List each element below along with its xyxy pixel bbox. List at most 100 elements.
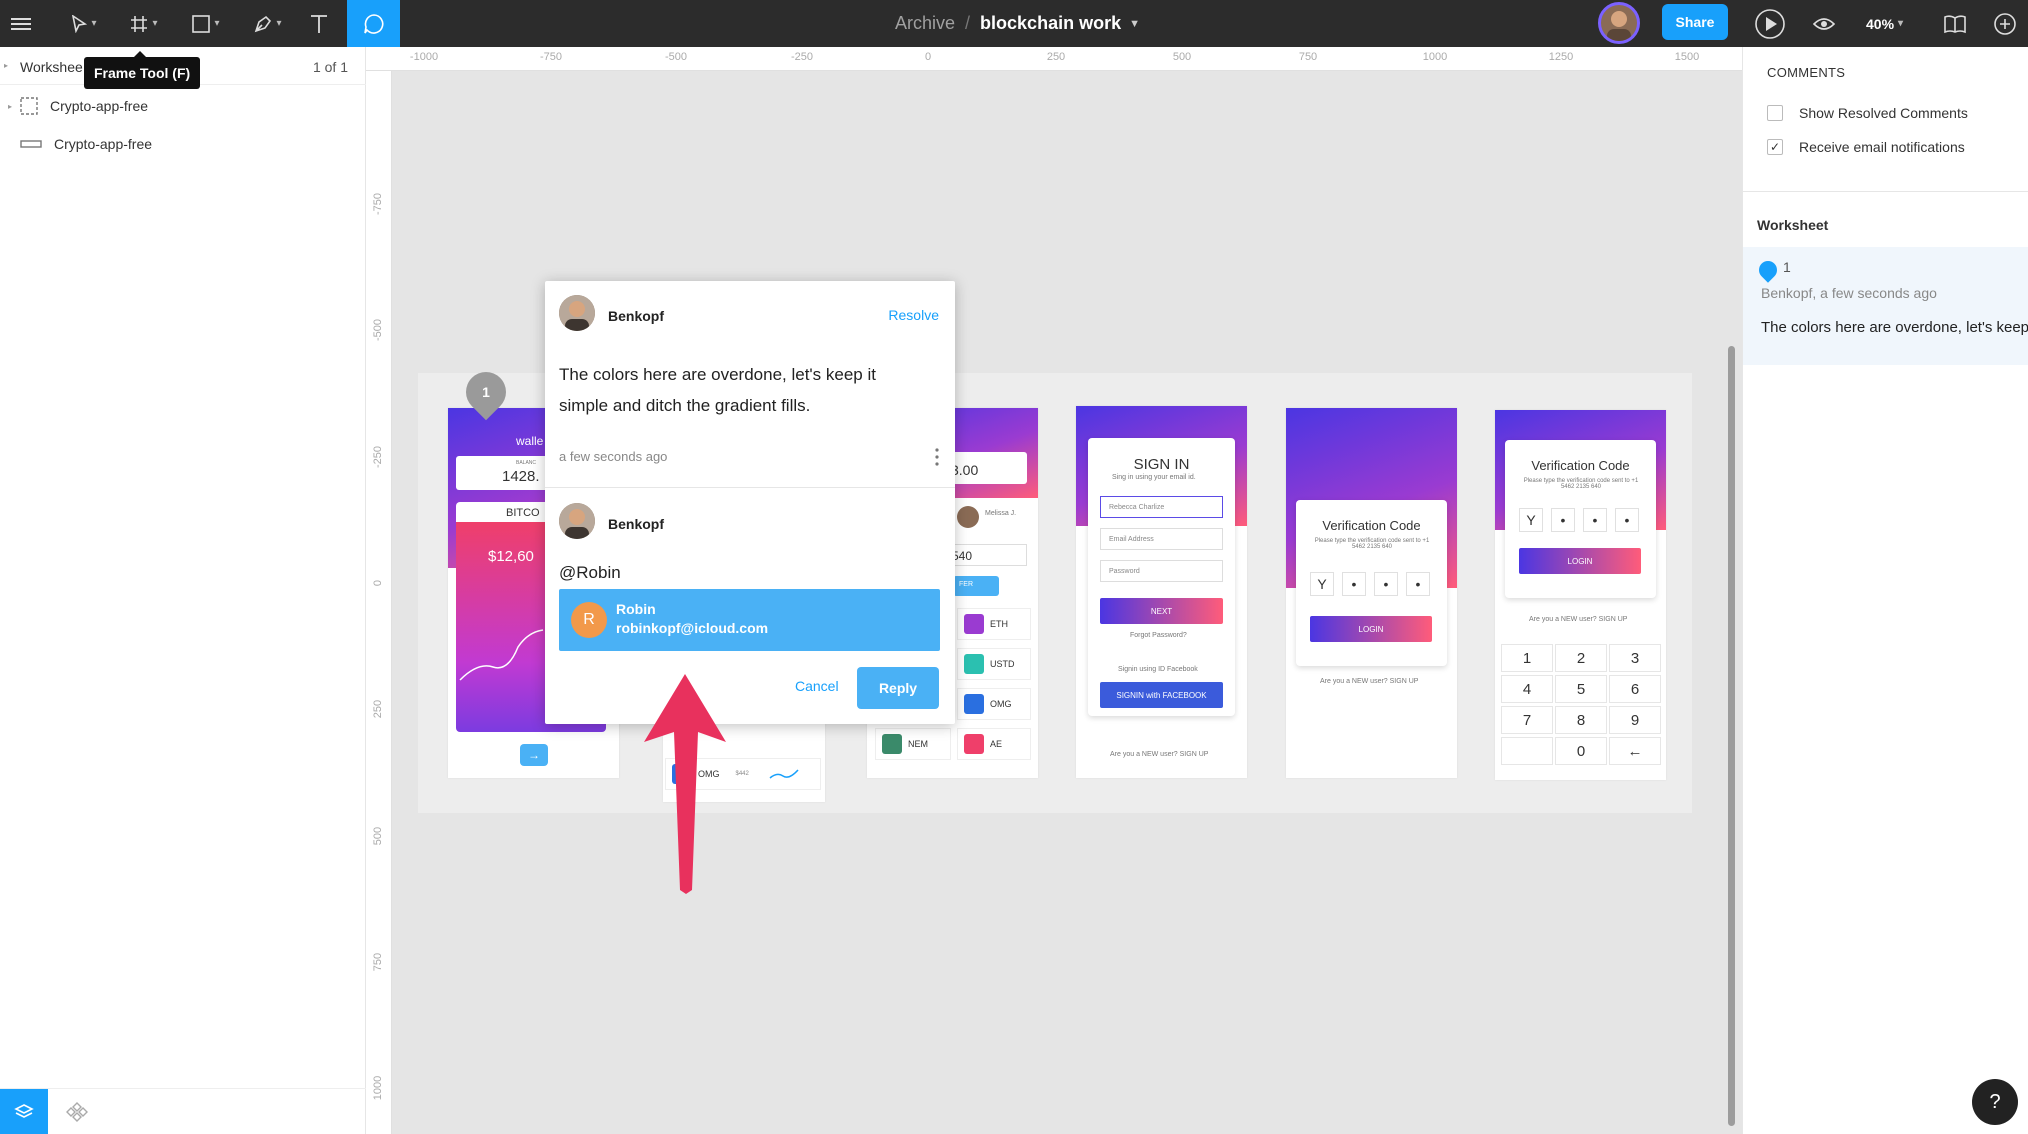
move-tool-icon[interactable]: ▾ <box>60 0 108 47</box>
section-title: Worksheet <box>1757 217 1829 233</box>
ruler-tick: 1000 <box>372 1075 384 1101</box>
chevron-down-icon[interactable]: ▼ <box>1129 18 1140 30</box>
zoom-dropdown[interactable]: 40% ▾ <box>1866 0 1903 47</box>
keypad-key[interactable]: 8 <box>1555 706 1607 734</box>
email-notifications-checkbox[interactable]: ✓ <box>1767 139 1783 155</box>
suggestion-avatar: R <box>571 602 607 638</box>
reply-input[interactable]: @Robin <box>559 563 621 583</box>
layer-name: Crypto-app-free <box>50 98 149 114</box>
components-tab-icon[interactable] <box>54 1089 100 1134</box>
comment-timestamp: a few seconds ago <box>559 449 668 464</box>
code-digit[interactable]: • <box>1374 572 1398 596</box>
breadcrumb-separator: / <box>965 13 971 33</box>
email-field[interactable]: Email Address <box>1100 528 1223 550</box>
ruler-tick: 1500 <box>1674 51 1700 63</box>
show-resolved-checkbox[interactable] <box>1767 105 1783 121</box>
reply-author: Benkopf <box>608 516 664 532</box>
comment-pin-icon <box>1755 257 1781 283</box>
code-digit[interactable]: • <box>1342 572 1366 596</box>
email-notifications-option[interactable]: ✓ Receive email notifications <box>1767 139 1965 155</box>
user-avatar[interactable] <box>1598 2 1640 44</box>
comment-tool-icon[interactable] <box>347 0 400 47</box>
help-button[interactable]: ? <box>1972 1079 2018 1125</box>
divider <box>545 487 955 488</box>
keypad-key[interactable] <box>1501 737 1553 765</box>
chevron-down-icon: ▾ <box>1898 18 1904 29</box>
comments-panel: COMMENTS Show Resolved Comments ✓ Receiv… <box>1742 47 2028 1134</box>
mention-suggestion[interactable]: R Robin robinkopf@icloud.com <box>559 589 940 651</box>
keypad-key[interactable]: ← <box>1609 737 1661 765</box>
ruler-tick: 250 <box>372 699 384 719</box>
verification-keypad-screen[interactable]: Verification Code Please type the verifi… <box>1495 410 1666 780</box>
text-tool-icon[interactable] <box>304 0 334 47</box>
pen-tool-icon[interactable]: ▾ <box>244 0 292 47</box>
layers-tab-icon[interactable] <box>0 1089 48 1134</box>
ruler-tick: 1250 <box>1548 51 1574 63</box>
keypad-key[interactable]: 9 <box>1609 706 1661 734</box>
page-name[interactable]: Workshee <box>20 59 83 75</box>
ruler-tick: 250 <box>1046 51 1066 63</box>
thread-body: The colors here are overdone, let's keep… <box>1761 319 2028 336</box>
present-icon[interactable] <box>1752 0 1788 47</box>
coin-row: AE <box>957 728 1031 760</box>
facebook-button[interactable]: SIGNIN with FACEBOOK <box>1100 682 1223 708</box>
code-digit[interactable]: • <box>1615 508 1639 532</box>
signin-title: SIGN IN <box>1133 456 1190 473</box>
ruler-tick: 1000 <box>1422 51 1448 63</box>
comments-title: COMMENTS <box>1767 65 1846 80</box>
comment-thread-popup: Benkopf Resolve The colors here are over… <box>545 281 955 724</box>
keypad-key[interactable]: 5 <box>1555 675 1607 703</box>
library-book-icon[interactable] <box>1940 0 1970 47</box>
keypad-key[interactable]: 1 <box>1501 644 1553 672</box>
code-digit[interactable]: Y <box>1519 508 1543 532</box>
project-name[interactable]: Archive <box>895 13 955 34</box>
comment-thread-item[interactable]: 1 Benkopf, a few seconds ago The colors … <box>1743 247 2028 365</box>
password-field[interactable]: Password <box>1100 560 1223 582</box>
comment-author: Benkopf <box>608 308 664 324</box>
coin-row: OMG <box>957 688 1031 720</box>
resolve-button[interactable]: Resolve <box>888 307 939 323</box>
menu-icon[interactable] <box>0 0 42 47</box>
frame-tool-icon[interactable]: ▾ <box>120 0 168 47</box>
expand-arrow-icon[interactable]: ▸ <box>0 102 20 111</box>
layers-panel: ▸ Workshee 1 of 1 ▸ Crypto-app-free Cryp… <box>0 47 366 1134</box>
rectangle-layer-icon <box>20 140 42 148</box>
reply-button[interactable]: Reply <box>857 667 939 709</box>
layer-item[interactable]: ▸ Crypto-app-free <box>0 87 366 125</box>
cancel-button[interactable]: Cancel <box>795 678 839 694</box>
name-field[interactable]: Rebecca Charlize <box>1100 496 1223 518</box>
next-button[interactable]: NEXT <box>1100 598 1223 624</box>
keypad-key[interactable]: 6 <box>1609 675 1661 703</box>
signin-screen[interactable]: SIGN IN Sing in using your email id. Reb… <box>1076 406 1247 778</box>
arrow-right-icon[interactable]: → <box>520 744 548 766</box>
vertical-scrollbar[interactable] <box>1728 346 1735 1126</box>
code-digit[interactable]: • <box>1583 508 1607 532</box>
keypad-key[interactable]: 3 <box>1609 644 1661 672</box>
view-eye-icon[interactable] <box>1810 0 1838 47</box>
expand-arrow-icon[interactable]: ▸ <box>4 61 8 70</box>
keypad-key[interactable]: 4 <box>1501 675 1553 703</box>
keypad-key[interactable]: 7 <box>1501 706 1553 734</box>
keypad-key[interactable]: 2 <box>1555 644 1607 672</box>
code-digit[interactable]: • <box>1406 572 1430 596</box>
email-notifications-label: Receive email notifications <box>1799 139 1965 155</box>
code-digit[interactable]: Y <box>1310 572 1334 596</box>
login-button[interactable]: LOGIN <box>1519 548 1641 574</box>
wallet-title: walle <box>516 434 544 448</box>
show-resolved-option[interactable]: Show Resolved Comments <box>1767 105 1968 121</box>
suggestion-email: robinkopf@icloud.com <box>616 620 769 636</box>
login-button[interactable]: LOGIN <box>1310 616 1432 642</box>
rectangle-tool-icon[interactable]: ▾ <box>182 0 230 47</box>
contact-avatar <box>957 506 979 528</box>
share-button[interactable]: Share <box>1662 4 1728 40</box>
reply-author-avatar <box>559 503 595 539</box>
add-icon[interactable] <box>1990 0 2020 47</box>
file-name[interactable]: blockchain work <box>980 13 1121 34</box>
code-digit[interactable]: • <box>1551 508 1575 532</box>
layer-item[interactable]: Crypto-app-free <box>0 125 366 163</box>
more-options-icon[interactable] <box>935 447 939 467</box>
verification-screen[interactable]: Verification Code Please type the verifi… <box>1286 408 1457 778</box>
keypad-key[interactable]: 0 <box>1555 737 1607 765</box>
panel-tabs <box>0 1088 366 1134</box>
thread-number: 1 <box>1783 259 1791 275</box>
